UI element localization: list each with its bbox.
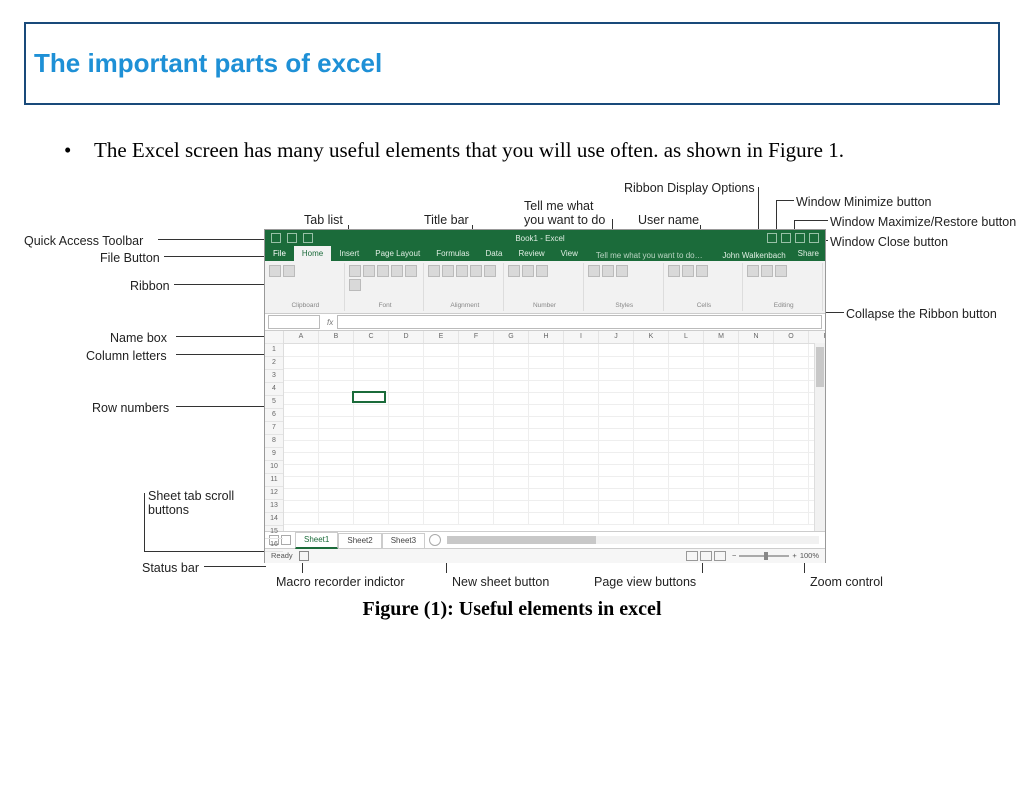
tab-review[interactable]: Review [510,246,552,262]
zoom-percent: 100% [800,551,819,562]
column-headers[interactable]: ABCD EFGH IJKL MNOP [284,331,825,344]
page-view-buttons[interactable] [686,551,726,561]
callout-tellme-l2: you want to do [524,211,605,229]
callout-file-button: File Button [100,249,160,267]
ribbon: Clipboard Font Alignment Number Styles C… [265,261,825,314]
sheet-tab-bar: Sheet1 Sheet2 Sheet3 [265,531,825,548]
ribbon-group-styles: Styles [586,263,664,311]
tab-data[interactable]: Data [478,246,511,262]
callout-name-box: Name box [110,329,167,347]
fx-icon[interactable]: fx [327,317,333,329]
save-icon[interactable] [271,233,281,243]
callout-win-min: Window Minimize button [796,193,931,211]
figure-caption: Figure (1): Useful elements in excel [64,595,960,624]
tab-formulas[interactable]: Formulas [428,246,477,262]
callout-win-max: Window Maximize/Restore button [830,213,1016,231]
name-box[interactable] [268,315,320,329]
callout-sheet-scroll-l2: buttons [148,501,189,519]
workbook-title: Book1 - Excel [313,233,767,245]
redo-icon[interactable] [303,233,313,243]
sheet-tab-1[interactable]: Sheet1 [295,532,338,549]
row-headers[interactable]: 1234 5678 9101112 13141516 [265,331,284,531]
callout-zoom: Zoom control [810,573,883,591]
user-name-label[interactable]: John Walkenbach [722,250,791,262]
callout-ribbon: Ribbon [130,277,170,295]
callout-title-bar: Title bar [424,211,469,229]
status-ready: Ready [265,551,293,562]
bullet-text: The Excel screen has many useful element… [94,135,960,165]
share-button[interactable]: Share [792,246,825,262]
bullet-item: • The Excel screen has many useful eleme… [64,135,960,165]
ribbon-group-cells: Cells [666,263,744,311]
close-icon[interactable] [809,233,819,243]
macro-recorder-icon[interactable] [299,551,309,561]
active-cell-indicator[interactable] [352,391,386,403]
callout-win-close: Window Close button [830,233,948,251]
title-box: The important parts of excel [24,22,1000,105]
callout-macro-recorder: Macro recorder indictor [276,573,405,591]
vertical-scrollbar[interactable] [814,343,825,531]
ribbon-group-editing: Editing [745,263,823,311]
callout-collapse-ribbon: Collapse the Ribbon button [846,305,997,323]
figure-area: Quick Access Toolbar File Button Ribbon … [64,179,960,579]
callout-page-view: Page view buttons [594,573,696,591]
undo-icon[interactable] [287,233,297,243]
callout-quick-access-toolbar: Quick Access Toolbar [24,232,143,250]
zoom-control[interactable]: −+ 100% [732,551,819,562]
callout-row-numbers: Row numbers [92,399,169,417]
status-bar: Ready −+ 100% [265,548,825,563]
callout-tab-list: Tab list [304,211,343,229]
maximize-icon[interactable] [795,233,805,243]
ribbon-group-font: Font [347,263,425,311]
formula-bar[interactable] [337,315,822,329]
sheet-tab-2[interactable]: Sheet2 [338,533,381,548]
excel-window: Book1 - Excel File Home Insert Page Layo… [264,229,826,563]
tab-list: File Home Insert Page Layout Formulas Da… [265,246,825,261]
ribbon-group-alignment: Alignment [426,263,504,311]
formula-bar-row: fx [265,314,825,331]
tab-insert[interactable]: Insert [331,246,367,262]
title-bar: Book1 - Excel [265,230,825,246]
tab-view[interactable]: View [553,246,586,262]
callout-new-sheet: New sheet button [452,573,549,591]
callout-column-letters: Column letters [86,347,167,365]
worksheet-grid[interactable]: 1234 5678 9101112 13141516 ABCD EFGH IJK… [265,331,825,531]
ribbon-group-clipboard: Clipboard [267,263,345,311]
callout-ribbon-display: Ribbon Display Options [624,179,755,197]
callout-status-bar: Status bar [142,559,199,577]
tell-me-input[interactable]: Tell me what you want to do… [596,250,703,262]
tab-pagelayout[interactable]: Page Layout [367,246,428,262]
bullet-marker: • [64,135,94,165]
ribbon-group-number: Number [506,263,584,311]
ribbon-display-icon[interactable] [767,233,777,243]
minimize-icon[interactable] [781,233,791,243]
tab-home[interactable]: Home [294,246,331,262]
horizontal-scrollbar[interactable] [447,536,819,544]
new-sheet-button[interactable] [429,534,441,546]
file-button[interactable]: File [265,246,294,262]
sheet-tab-3[interactable]: Sheet3 [382,533,425,548]
page-title: The important parts of excel [34,48,998,79]
callout-user-name: User name [638,211,699,229]
quick-access-toolbar[interactable] [265,233,313,243]
